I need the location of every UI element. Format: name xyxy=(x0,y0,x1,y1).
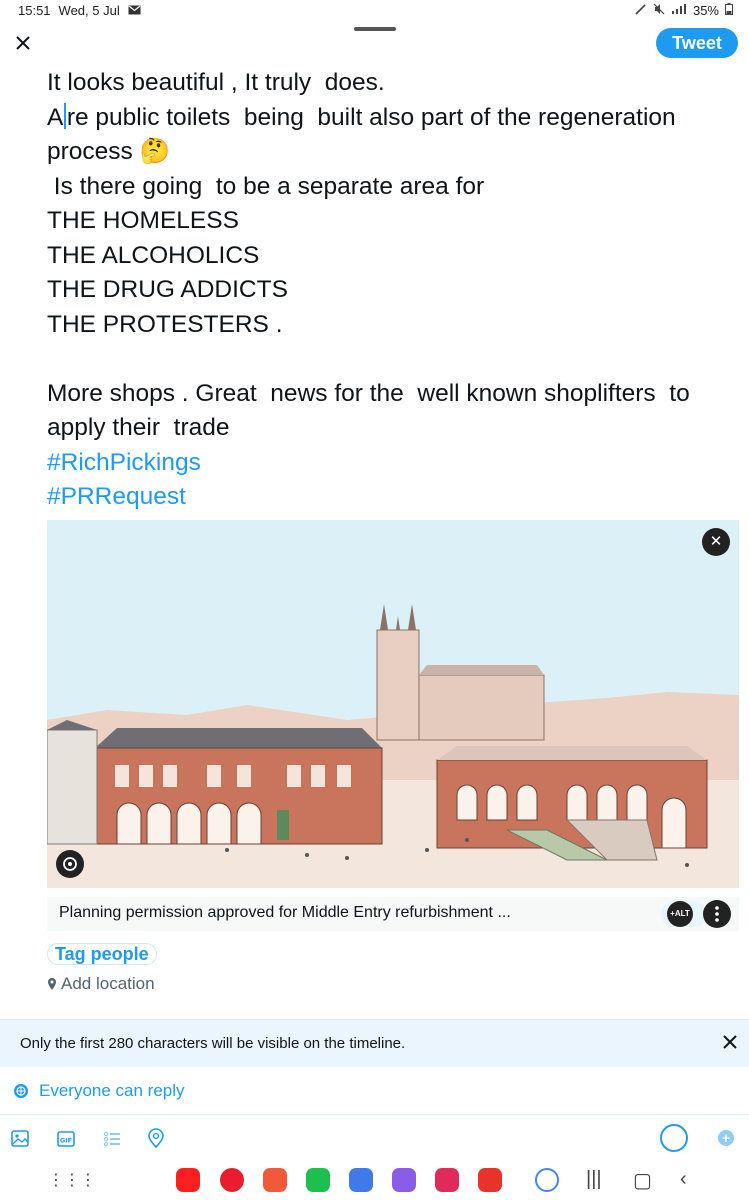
messages-app-icon[interactable] xyxy=(349,1168,373,1192)
app-drawer-icon[interactable]: ⋮⋮⋮ xyxy=(48,1170,96,1190)
sheet-drag-handle[interactable] xyxy=(354,27,396,31)
battery-icon xyxy=(725,3,733,18)
compose-line-blank xyxy=(47,342,727,377)
compose-line-text: process xyxy=(47,138,133,165)
close-icon xyxy=(723,1035,737,1049)
camera-app-icon[interactable] xyxy=(435,1168,459,1192)
pen-icon xyxy=(635,3,647,18)
attached-image[interactable] xyxy=(47,520,739,888)
tweet-button[interactable]: Tweet xyxy=(656,28,738,58)
thinking-emoji: 🤔 xyxy=(139,138,171,165)
signal-icon xyxy=(671,3,687,18)
tag-people-button[interactable]: Tag people xyxy=(47,943,157,965)
globe-icon xyxy=(14,1084,28,1098)
remove-media-button[interactable]: ✕ xyxy=(702,528,730,556)
compose-line: Is there going to be a separate area for xyxy=(47,172,485,200)
more-vertical-icon xyxy=(715,906,719,922)
add-image-button[interactable] xyxy=(10,1128,32,1150)
status-date: Wed, 5 Jul xyxy=(58,3,120,18)
reply-settings-row[interactable]: Everyone can reply xyxy=(0,1075,749,1115)
recent-apps-icon[interactable]: ||| xyxy=(586,1168,602,1191)
link-preview-title: Planning permission approved for Middle … xyxy=(59,904,511,921)
status-bar: 15:51 Wed, 5 Jul 35% xyxy=(0,0,749,22)
browser-app-icon[interactable] xyxy=(392,1168,416,1192)
link-preview-card[interactable]: Planning permission approved for Middle … xyxy=(47,897,739,931)
character-limit-banner: Only the first 280 characters will be vi… xyxy=(0,1019,749,1067)
reply-settings-label: Everyone can reply xyxy=(39,1081,185,1100)
compose-line: THE DRUG ADDICTS xyxy=(47,276,288,303)
close-icon xyxy=(16,36,30,50)
location-icon xyxy=(148,1128,164,1149)
status-time: 15:51 xyxy=(18,3,51,18)
tweet-compose-textarea[interactable]: It looks beautiful , It truly does. Are … xyxy=(47,66,727,515)
compose-line-rest: re public toilets being built also part … xyxy=(66,103,676,131)
compose-line: THE ALCOHOLICS xyxy=(47,241,260,269)
add-location-label: Add location xyxy=(61,974,155,993)
compose-line: apply their trade xyxy=(47,414,230,441)
banner-text: Only the first 280 characters will be vi… xyxy=(20,1035,406,1052)
compose-line: THE HOMELESS xyxy=(47,207,239,234)
gif-icon: GIF xyxy=(57,1131,75,1147)
mute-icon xyxy=(653,3,665,18)
hashtag-link[interactable]: #PRRequest xyxy=(47,480,727,515)
compose-line: It looks beautiful , It truly does. xyxy=(47,69,385,96)
location-pin-icon xyxy=(48,978,56,990)
phone-app-icon[interactable] xyxy=(306,1168,330,1192)
compose-line: THE PROTESTERS . xyxy=(47,310,283,338)
add-location-toolbar-button[interactable] xyxy=(145,1128,167,1150)
google-app-icon[interactable] xyxy=(535,1168,559,1192)
add-gif-button[interactable]: GIF xyxy=(56,1128,78,1150)
compose-line-with-cursor: Are public toilets being built also part… xyxy=(47,102,676,131)
image-icon xyxy=(11,1130,29,1147)
poll-icon xyxy=(103,1131,120,1147)
add-poll-button[interactable] xyxy=(102,1128,124,1150)
youtube-app-icon[interactable] xyxy=(176,1168,200,1192)
close-compose-button[interactable] xyxy=(10,30,36,56)
edit-media-button[interactable] xyxy=(56,850,84,878)
battery-percent: 35% xyxy=(692,3,719,18)
character-count-ring xyxy=(660,1124,688,1152)
text-cursor xyxy=(64,102,66,129)
system-nav-bar: ⋮⋮⋮ ||| ▢ ‹ xyxy=(0,1162,749,1200)
add-thread-button[interactable]: + xyxy=(718,1130,734,1146)
back-icon[interactable]: ‹ xyxy=(680,1168,687,1191)
svg-text:GIF: GIF xyxy=(60,1137,72,1145)
compose-toolbar: GIF xyxy=(0,1120,749,1158)
contacts-app-icon[interactable] xyxy=(263,1168,287,1192)
notes-app-icon[interactable] xyxy=(478,1168,502,1192)
image-edit-icon xyxy=(63,857,77,871)
dismiss-banner-button[interactable] xyxy=(718,1030,742,1054)
music-app-icon[interactable] xyxy=(220,1168,244,1192)
compose-line: process 🤔 xyxy=(47,135,727,170)
add-location-button[interactable]: Add location xyxy=(47,974,155,994)
building-sketch-image xyxy=(47,520,739,888)
mail-icon xyxy=(128,3,141,18)
home-icon[interactable]: ▢ xyxy=(633,1168,652,1193)
compose-line: More shops . Great news for the well kno… xyxy=(47,379,690,407)
add-alt-text-button[interactable]: +ALT xyxy=(667,901,693,927)
hashtag-link[interactable]: #RichPickings xyxy=(47,446,727,481)
more-options-button[interactable] xyxy=(703,900,731,928)
